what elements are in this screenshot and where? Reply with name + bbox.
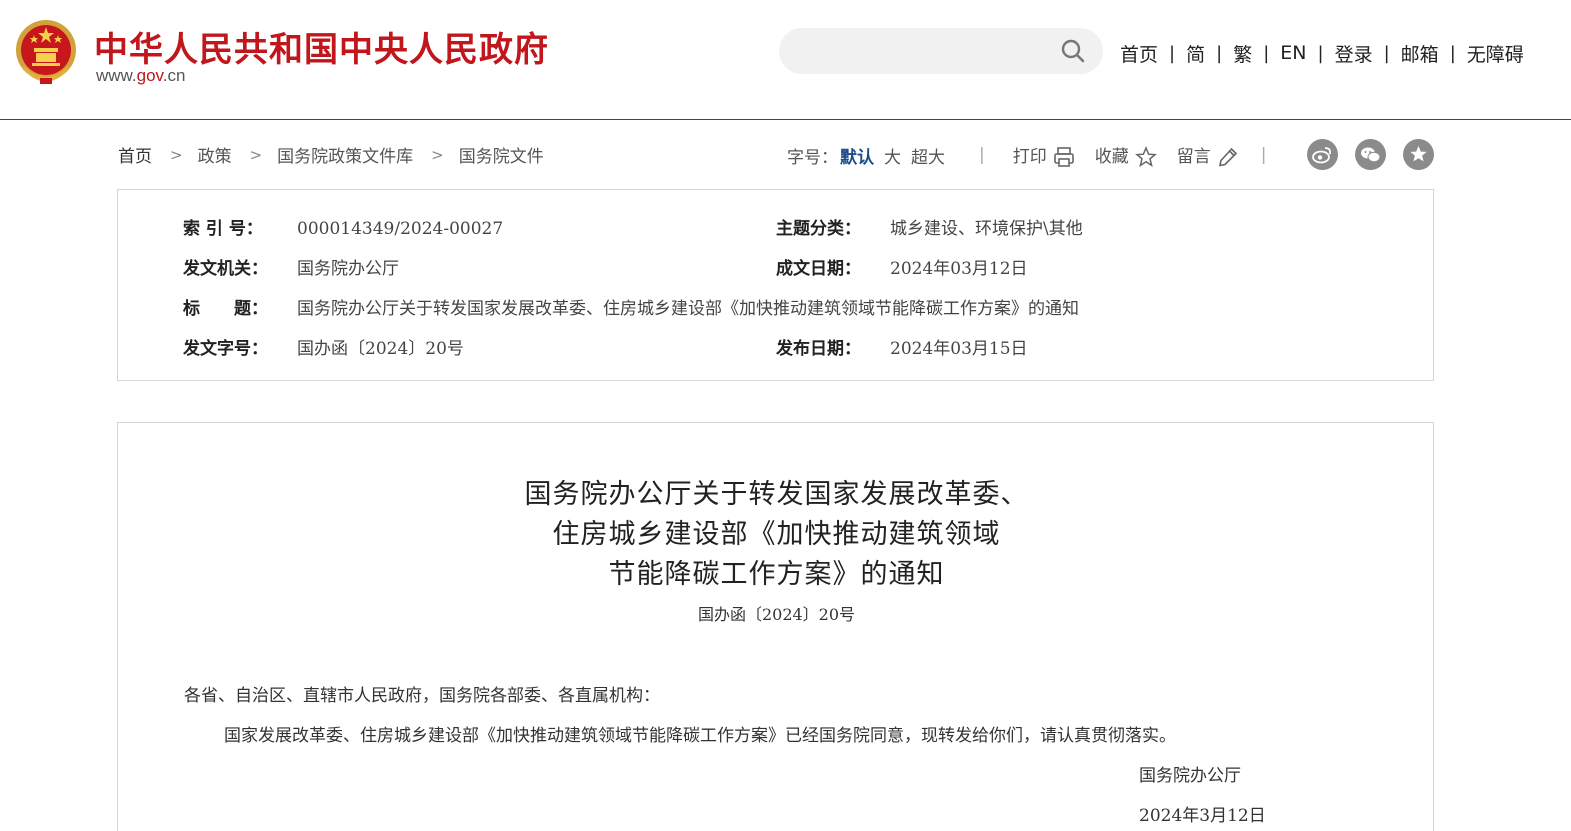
document-title-line: 住房城乡建设部《加快推动建筑领域: [552, 519, 1001, 550]
meta-docnum-value: 国办函〔2024〕20号: [297, 339, 464, 359]
meta-index-value: 000014349/2024-00027: [297, 219, 504, 239]
nav-traditional[interactable]: 繁: [1233, 40, 1252, 67]
breadcrumb-state-council-docs[interactable]: 国务院文件: [459, 142, 544, 167]
nav-separator: |: [1263, 42, 1270, 64]
meta-title-label: 标 题：: [183, 299, 268, 319]
font-size-default[interactable]: 默认: [840, 143, 874, 168]
document-date: 2024年3月12日: [1139, 806, 1266, 826]
meta-published-label: 发布日期：: [776, 339, 861, 359]
nav-mail[interactable]: 邮箱: [1401, 40, 1439, 67]
comment-label: 留言: [1176, 147, 1211, 167]
pencil-icon: [1218, 147, 1237, 167]
chevron-right-icon: >: [431, 145, 444, 164]
meta-title: 标 题： 国务院办公厅关于转发国家发展改革委、住房城乡建设部《加快推动建筑领域节能…: [183, 294, 1079, 319]
document-salutation: 各省、自治区、直辖市人民政府，国务院各部委、各直属机构：: [184, 686, 660, 706]
favorite-button[interactable]: 收藏: [1095, 142, 1157, 168]
breadcrumb-policy-library[interactable]: 国务院政策文件库: [277, 142, 413, 167]
meta-topic-label: 主题分类：: [776, 219, 861, 239]
meta-docnum-label: 发文字号：: [183, 339, 268, 359]
search-input[interactable]: [779, 28, 1103, 74]
font-size-label: 字号：: [787, 147, 838, 168]
meta-topic-value: 城乡建设、环境保护\其他: [890, 219, 1083, 239]
weibo-icon[interactable]: [1307, 139, 1338, 170]
search-icon[interactable]: [1061, 39, 1085, 63]
nav-separator: |: [1449, 42, 1456, 64]
site-url-suffix: .cn: [162, 66, 186, 85]
tools-separator: |: [979, 145, 985, 165]
meta-published-date: 发布日期： 2024年03月15日: [776, 334, 1028, 359]
top-nav: 首页 | 简 | 繁 | EN | 登录 | 邮箱 | 无障碍: [1120, 40, 1524, 66]
star-icon: [1134, 146, 1157, 168]
meta-issuer-value: 国务院办公厅: [297, 259, 399, 279]
meta-index-label: 索 引 号：: [183, 219, 263, 239]
wechat-icon[interactable]: [1355, 139, 1386, 170]
site-url-domain: gov: [136, 66, 163, 85]
document-content: 国务院办公厅关于转发国家发展改革委、 住房城乡建设部《加快推动建筑领域 节能降碳…: [117, 422, 1434, 831]
site-header: 中华人民共和国中央人民政府 www.gov.cn 首页 | 简 | 繁 | EN…: [0, 0, 1571, 120]
comment-button[interactable]: 留言: [1177, 142, 1239, 168]
meta-topic: 主题分类： 城乡建设、环境保护\其他: [776, 214, 1083, 239]
document-number: 国办函〔2024〕20号: [697, 605, 856, 624]
breadcrumb: 首页 > 政策 > 国务院政策文件库 > 国务院文件: [118, 142, 544, 168]
meta-title-value: 国务院办公厅关于转发国家发展改革委、住房城乡建设部《加快推动建筑领域节能降碳工作…: [297, 299, 1079, 319]
favorite-star-icon[interactable]: [1403, 139, 1434, 170]
site-url-prefix: www.: [96, 66, 137, 85]
meta-issuer: 发文机关： 国务院办公厅: [183, 254, 399, 279]
document-signature: 国务院办公厅: [1139, 766, 1241, 786]
nav-login[interactable]: 登录: [1335, 40, 1373, 67]
nav-separator: |: [1169, 42, 1176, 64]
font-size-xlarge[interactable]: 超大: [911, 143, 945, 168]
meta-written-value: 2024年03月12日: [890, 259, 1028, 279]
breadcrumb-policy[interactable]: 政策: [198, 142, 232, 167]
site-title[interactable]: 中华人民共和国中央人民政府: [94, 22, 549, 71]
document-title-line: 节能降碳工作方案》的通知: [608, 559, 945, 590]
meta-docnum: 发文字号： 国办函〔2024〕20号: [183, 334, 464, 359]
article-tools: 字号： 默认 大 超大 | 打印 收藏 留言 |: [787, 142, 1266, 168]
meta-published-value: 2024年03月15日: [890, 339, 1028, 359]
nav-english[interactable]: EN: [1280, 42, 1306, 64]
meta-index: 索 引 号： 000014349/2024-00027: [183, 214, 503, 239]
font-size-large[interactable]: 大: [884, 143, 901, 168]
chevron-right-icon: >: [170, 145, 183, 164]
nav-separator: |: [1383, 42, 1390, 64]
document-metadata: 索 引 号： 000014349/2024-00027 主题分类： 城乡建设、环境保…: [117, 189, 1434, 381]
tools-separator: |: [1260, 145, 1267, 165]
favorite-label: 收藏: [1094, 147, 1129, 167]
site-url[interactable]: www.gov.cn: [96, 66, 185, 86]
print-label: 打印: [1012, 147, 1047, 167]
meta-written-label: 成文日期：: [776, 259, 861, 279]
nav-separator: |: [1317, 42, 1324, 64]
print-button[interactable]: 打印: [1013, 142, 1075, 168]
document-body: 国家发展改革委、住房城乡建设部《加快推动建筑领域节能降碳工作方案》已经国务院同意…: [224, 726, 1176, 746]
printer-icon: [1053, 147, 1074, 167]
nav-accessibility[interactable]: 无障碍: [1467, 40, 1524, 67]
breadcrumb-home[interactable]: 首页: [118, 142, 152, 167]
nav-separator: |: [1216, 42, 1223, 64]
meta-written-date: 成文日期： 2024年03月12日: [776, 254, 1028, 279]
national-emblem-icon[interactable]: [14, 18, 78, 86]
document-title-line: 国务院办公厅关于转发国家发展改革委、: [524, 479, 1029, 510]
nav-simplified[interactable]: 简: [1186, 40, 1205, 67]
chevron-right-icon: >: [249, 145, 263, 164]
meta-issuer-label: 发文机关：: [183, 259, 268, 279]
nav-home[interactable]: 首页: [1120, 40, 1158, 67]
